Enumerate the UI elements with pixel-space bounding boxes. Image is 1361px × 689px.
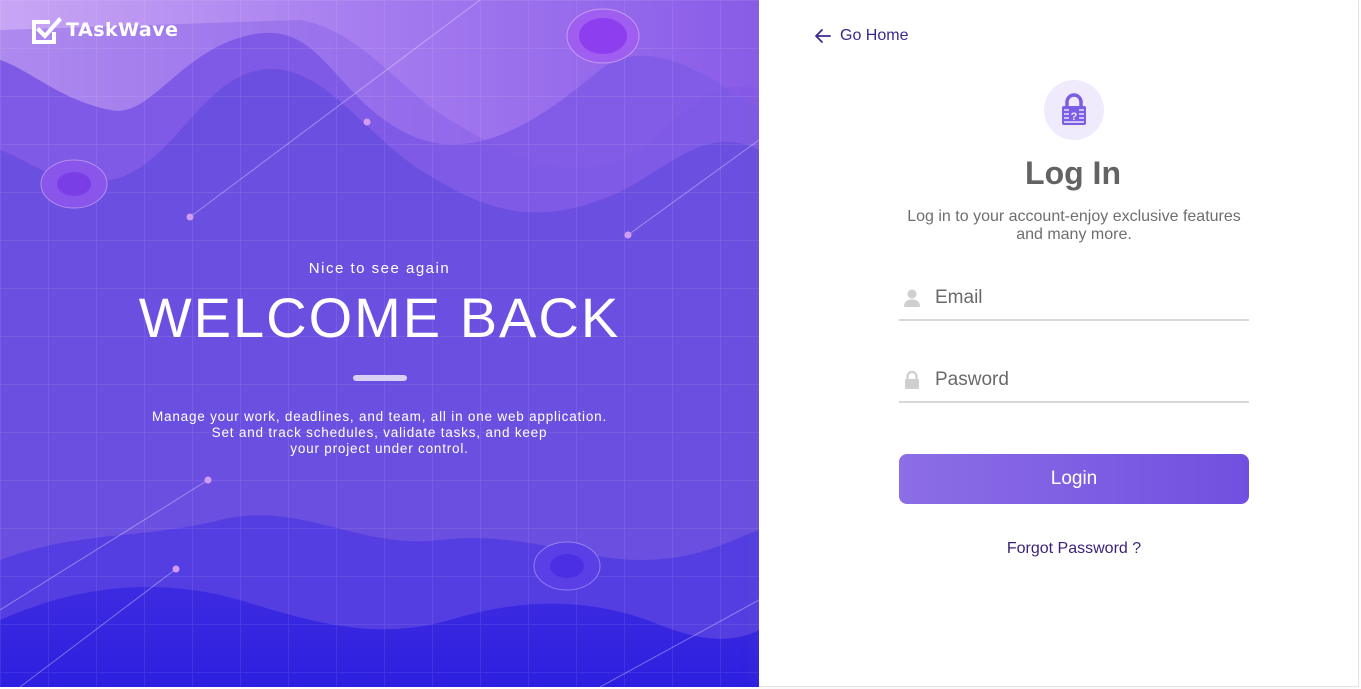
login-page: TAskWave Nice to see again WELCOME BACK … — [0, 0, 1361, 689]
brand-name: TAskWave — [66, 19, 179, 41]
email-input[interactable] — [935, 287, 1235, 309]
login-panel: Go Home ? Log In Log in to your account-… — [759, 0, 1359, 687]
email-field[interactable] — [899, 277, 1249, 321]
page-title: Log In — [1025, 155, 1121, 191]
login-button[interactable]: Login — [899, 454, 1249, 504]
password-field[interactable] — [899, 359, 1249, 403]
hero-divider — [352, 374, 407, 381]
lock-icon — [905, 370, 919, 389]
brand-logo[interactable]: TAskWave — [28, 14, 179, 46]
password-input[interactable] — [935, 369, 1235, 391]
hero-title: WELCOME BACK — [138, 286, 621, 349]
login-subtitle: Log in to your account-enjoy exclusive f… — [907, 208, 1241, 243]
lock-badge: ? — [1044, 80, 1104, 140]
arrow-left-icon — [815, 29, 831, 43]
check-box-icon — [32, 17, 62, 44]
hero-greeting: Nice to see again — [308, 260, 451, 277]
lock-question-icon: ? — [1062, 93, 1086, 125]
forgot-password-link[interactable]: Forgot Password ? — [899, 540, 1249, 558]
go-home-label: Go Home — [840, 27, 909, 44]
hero-description: Manage your work, deadlines, and team, a… — [151, 408, 608, 456]
hero-panel: TAskWave Nice to see again WELCOME BACK … — [0, 0, 759, 687]
go-home-link[interactable]: Go Home — [814, 27, 908, 45]
svg-text:?: ? — [1071, 111, 1078, 123]
user-icon — [904, 289, 920, 307]
hero-text-block: Nice to see again WELCOME BACK Manage yo… — [0, 260, 759, 457]
